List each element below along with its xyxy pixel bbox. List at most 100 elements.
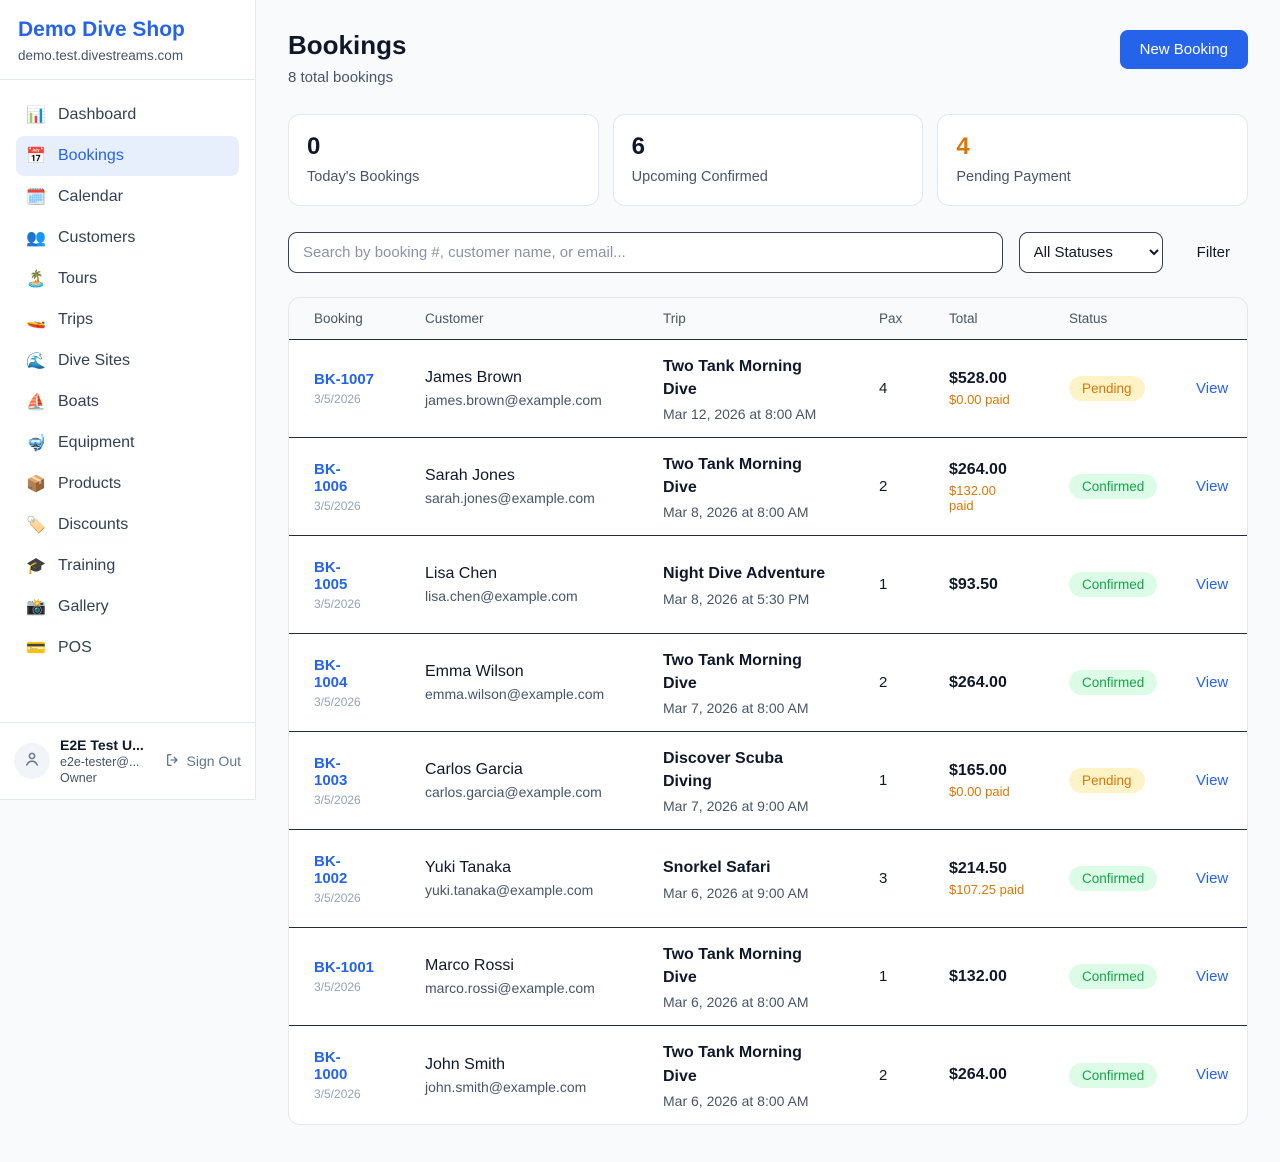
sidebar-item-label: Trips [58, 311, 93, 329]
total-amount: $264.00 [949, 1066, 1069, 1084]
sidebar-item-label: Training [58, 557, 115, 575]
sidebar-item-trips[interactable]: 🚤 Trips [16, 300, 239, 340]
view-link[interactable]: View [1196, 772, 1228, 789]
wave-icon: 🌊 [26, 351, 46, 371]
view-link[interactable]: View [1196, 968, 1228, 985]
customer-email: james.brown@example.com [425, 392, 663, 408]
page-header: Bookings 8 total bookings New Booking [288, 30, 1248, 86]
shop-name: Demo Dive Shop [18, 18, 237, 42]
sidebar-item-label: POS [58, 639, 92, 657]
view-link[interactable]: View [1196, 674, 1228, 691]
sidebar-item-gallery[interactable]: 📸 Gallery [16, 587, 239, 627]
sidebar-item-label: Bookings [58, 147, 124, 165]
status-badge: Confirmed [1069, 964, 1157, 989]
customer-name: Carlos Garcia [425, 761, 663, 779]
booking-id-link[interactable]: BK- 1000 [314, 1049, 425, 1083]
paid-amount: $132.00 paid [949, 483, 1069, 513]
user-email: e2e-tester@... [60, 755, 155, 769]
label-tag-icon: 🏷️ [26, 515, 46, 535]
sign-out-button[interactable]: Sign Out [165, 752, 241, 771]
sidebar-item-training[interactable]: 🎓 Training [16, 546, 239, 586]
pax-count: 1 [879, 968, 949, 985]
total-amount: $264.00 [949, 674, 1069, 692]
view-link[interactable]: View [1196, 576, 1228, 593]
sidebar-item-dashboard[interactable]: 📊 Dashboard [16, 95, 239, 135]
col-total: Total [949, 311, 1069, 326]
sidebar: Demo Dive Shop demo.test.divestreams.com… [0, 0, 256, 800]
booking-id-link[interactable]: BK- 1006 [314, 461, 425, 495]
paid-amount: $0.00 paid [949, 392, 1069, 407]
view-link[interactable]: View [1196, 380, 1228, 397]
view-link[interactable]: View [1196, 1066, 1228, 1083]
sidebar-item-label: Dive Sites [58, 352, 130, 370]
sidebar-item-calendar[interactable]: 🗓️ Calendar [16, 177, 239, 217]
table-row: BK- 1002 3/5/2026 Yuki Tanaka yuki.tanak… [289, 830, 1247, 928]
pax-count: 1 [879, 772, 949, 789]
page-title: Bookings [288, 30, 406, 61]
view-link[interactable]: View [1196, 870, 1228, 887]
sidebar-item-equipment[interactable]: 🤿 Equipment [16, 423, 239, 463]
pax-count: 3 [879, 870, 949, 887]
pax-count: 1 [879, 576, 949, 593]
table-row: BK-1001 3/5/2026 Marco Rossi marco.rossi… [289, 928, 1247, 1026]
trip-name: Night Dive Adventure [663, 562, 879, 585]
booking-date: 3/5/2026 [314, 499, 425, 513]
booking-id-link[interactable]: BK- 1002 [314, 853, 425, 887]
trip-name: Snorkel Safari [663, 856, 879, 879]
table-header: Booking Customer Trip Pax Total Status [289, 298, 1247, 340]
new-booking-button[interactable]: New Booking [1120, 30, 1248, 69]
sidebar-item-bookings[interactable]: 📅 Bookings [16, 136, 239, 176]
booking-date: 3/5/2026 [314, 793, 425, 807]
stat-label: Today's Bookings [307, 169, 580, 185]
customer-email: marco.rossi@example.com [425, 980, 663, 996]
booking-id-link[interactable]: BK- 1004 [314, 657, 425, 691]
stat-value: 6 [632, 133, 905, 161]
sidebar-item-customers[interactable]: 👥 Customers [16, 218, 239, 258]
user-name: E2E Test U... [60, 737, 155, 753]
paid-amount: $0.00 paid [949, 784, 1069, 799]
sidebar-nav: 📊 Dashboard 📅 Bookings 🗓️ Calendar 👥 Cus… [0, 80, 255, 722]
filter-button[interactable]: Filter [1179, 236, 1248, 269]
view-link[interactable]: View [1196, 478, 1228, 495]
sidebar-item-boats[interactable]: ⛵ Boats [16, 382, 239, 422]
trip-name: Two Tank Morning Dive [663, 1041, 879, 1087]
paid-amount: $107.25 paid [949, 882, 1069, 897]
shop-logo-block: Demo Dive Shop demo.test.divestreams.com [0, 0, 255, 80]
trip-name: Two Tank Morning Dive [663, 453, 879, 499]
customer-name: Emma Wilson [425, 663, 663, 681]
sidebar-item-label: Discounts [58, 516, 128, 534]
booking-id-link[interactable]: BK-1001 [314, 959, 425, 976]
page-subtitle: 8 total bookings [288, 69, 406, 86]
search-input[interactable] [288, 232, 1003, 273]
diving-mask-icon: 🤿 [26, 433, 46, 453]
booking-date: 3/5/2026 [314, 695, 425, 709]
sidebar-item-pos[interactable]: 💳 POS [16, 628, 239, 668]
booking-id-link[interactable]: BK- 1003 [314, 755, 425, 789]
booking-id-link[interactable]: BK- 1005 [314, 559, 425, 593]
status-badge: Pending [1069, 376, 1145, 401]
status-select[interactable]: All Statuses [1019, 232, 1163, 273]
calendar-icon: 📅 [26, 146, 46, 166]
avatar [14, 743, 50, 779]
trip-date: Mar 6, 2026 at 8:00 AM [663, 994, 879, 1010]
customer-name: John Smith [425, 1056, 663, 1074]
trip-date: Mar 8, 2026 at 5:30 PM [663, 591, 879, 607]
sidebar-item-discounts[interactable]: 🏷️ Discounts [16, 505, 239, 545]
booking-date: 3/5/2026 [314, 392, 425, 406]
customer-name: Yuki Tanaka [425, 859, 663, 877]
customer-email: sarah.jones@example.com [425, 490, 663, 506]
table-row: BK- 1005 3/5/2026 Lisa Chen lisa.chen@ex… [289, 536, 1247, 634]
sidebar-item-tours[interactable]: 🏝️ Tours [16, 259, 239, 299]
trip-date: Mar 6, 2026 at 8:00 AM [663, 1093, 879, 1109]
sidebar-item-label: Equipment [58, 434, 135, 452]
col-customer: Customer [425, 311, 663, 326]
booking-id-link[interactable]: BK-1007 [314, 371, 425, 388]
sign-out-label: Sign Out [187, 753, 241, 769]
sidebar-item-label: Dashboard [58, 106, 136, 124]
shop-domain: demo.test.divestreams.com [18, 48, 237, 63]
customer-email: carlos.garcia@example.com [425, 784, 663, 800]
customer-email: emma.wilson@example.com [425, 686, 663, 702]
total-amount: $93.50 [949, 576, 1069, 594]
sidebar-item-dive-sites[interactable]: 🌊 Dive Sites [16, 341, 239, 381]
sidebar-item-products[interactable]: 📦 Products [16, 464, 239, 504]
